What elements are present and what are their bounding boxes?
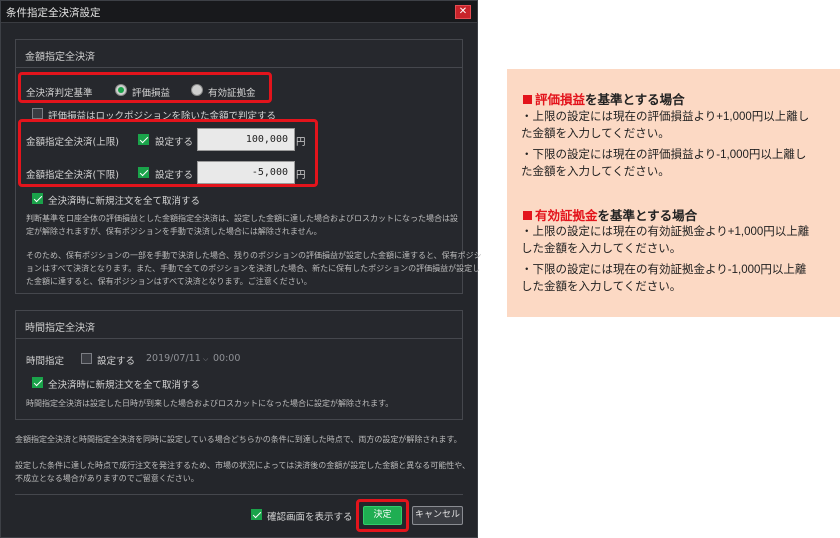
guide-line: ・上限の設定には現在の有効証拠金より+1,000円以上離 (521, 226, 810, 238)
ok-button[interactable]: 決定 (363, 506, 402, 525)
limits-highlight-frame (18, 119, 318, 187)
amount-note-line: た金額に達すると、保有ポジションはすべて決済となります。ご注意ください。 (26, 277, 312, 286)
guide-heading-margin: 有効証拠金を基準とする場合 (523, 205, 697, 224)
dialog-title: 条件指定全決済設定 (6, 7, 101, 19)
time-section-title: 時間指定全決済 (25, 323, 95, 334)
time-section-header: 時間指定全決済 (16, 311, 462, 339)
close-icon[interactable]: ✕ (455, 5, 471, 19)
guide-heading-pnl: 評価損益を基準とする場合 (523, 89, 685, 108)
time-section: 時間指定全決済 時間指定 設定する 2019/07/11 ⌵ 00:00 全決済… (15, 310, 463, 420)
amount-note-line: そのため、保有ポジションの一部を手動で決済した場合、残りのポジションの評価損益が… (26, 251, 482, 260)
footer-note: 金額指定全決済と時間指定全決済を同時に設定している場合どちらかの条件に到達した時… (15, 435, 462, 444)
guide-heading-suffix: を基準とする場合 (597, 209, 698, 223)
guide-line: ・下限の設定には現在の評価損益より-1,000円以上離し (521, 149, 807, 161)
guide-line: た金額を入力してください。 (521, 128, 670, 140)
amount-section-title: 金額指定全決済 (25, 52, 95, 63)
chevron-down-icon: ⌵ (200, 355, 209, 363)
guide-heading-suffix: を基準とする場合 (585, 93, 685, 107)
footer-note-line: 不成立となる場合がありますのでご留意ください。 (15, 474, 199, 483)
time-time-field[interactable]: 00:00 (213, 353, 240, 364)
square-bullet-icon (523, 211, 532, 220)
amount-section-header: 金額指定全決済 (16, 40, 462, 68)
guide-line: した金額を入力してください。 (521, 281, 682, 293)
time-checkbox[interactable] (81, 353, 92, 364)
guide-line: た金額を入力してください。 (521, 166, 670, 178)
time-date-value: 2019/07/11 (146, 353, 201, 364)
cancel-button[interactable]: キャンセル (412, 506, 463, 525)
guide-line: ・上限の設定には現在の評価損益より+1,000円以上離し (521, 111, 810, 123)
time-note: 時間指定全決済は設定した日時が到来した場合およびロスカットになった場合に設定が解… (26, 399, 394, 408)
amount-cancel-new-label[interactable]: 全決済時に新規注文を全て取消する (48, 193, 200, 207)
guide-line: ・下限の設定には現在の有効証拠金より-1,000円以上離 (521, 264, 807, 276)
time-cancel-new-label[interactable]: 全決済時に新規注文を全て取消する (48, 377, 200, 391)
guide-panel: 評価損益を基準とする場合 ・上限の設定には現在の評価損益より+1,000円以上離… (507, 69, 840, 317)
time-label: 時間指定 (26, 356, 65, 367)
time-checkbox-label[interactable]: 設定する (97, 353, 135, 367)
time-cancel-new-checkbox[interactable] (32, 377, 43, 388)
exclude-lock-checkbox[interactable] (32, 108, 43, 119)
guide-keyword-margin: 有効証拠金 (535, 209, 598, 223)
dialog-titlebar: 条件指定全決済設定 ✕ (1, 1, 477, 23)
amount-note-line: 判断基準を口座全体の評価損益とした金額指定全決済は、設定した金額に達した場合およ… (26, 214, 458, 223)
amount-cancel-new-checkbox[interactable] (32, 193, 43, 204)
footer-divider (15, 494, 463, 495)
guide-keyword-pnl: 評価損益 (535, 93, 586, 107)
time-date-field[interactable]: 2019/07/11 ⌵ (146, 353, 208, 364)
amount-note-line: 定が解除されますが、保有ポジションを手動で決済した場合には解除されません。 (26, 227, 322, 236)
footer-note-line: 設定した条件に達した時点で成行注文を発注するため、市場の状況によっては決済後の金… (15, 461, 470, 470)
amount-note-line: ョンはすべて決済となります。また、手動で全てのポジションを決済した場合、新たに保… (26, 264, 481, 273)
guide-line: した金額を入力してください。 (521, 243, 682, 255)
confirm-screen-label[interactable]: 確認画面を表示する (267, 509, 353, 523)
confirm-screen-checkbox[interactable] (251, 509, 262, 520)
criteria-highlight-frame (18, 72, 272, 103)
square-bullet-icon (523, 95, 532, 104)
conditional-close-dialog: 条件指定全決済設定 ✕ 金額指定全決済 全決済判定基準 評価損益 有効証拠金 評… (0, 0, 482, 538)
